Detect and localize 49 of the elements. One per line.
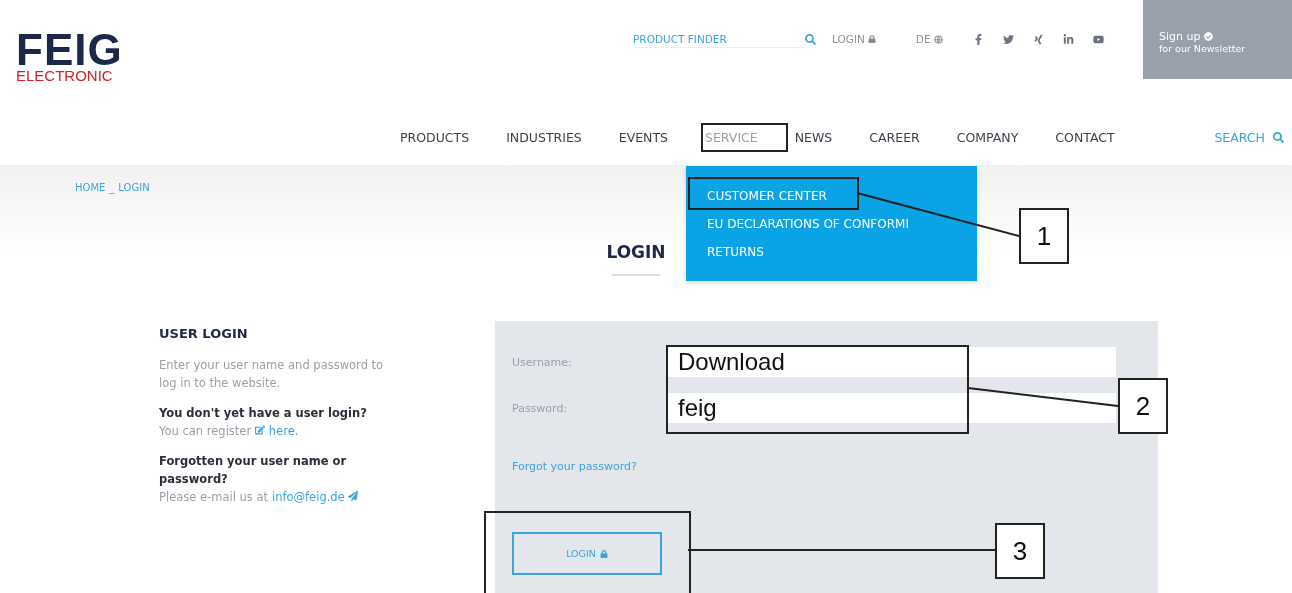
dropdown-item[interactable]: EU DECLARATIONS OF CONFORMI xyxy=(707,216,977,233)
register-question: You don't yet have a user login? xyxy=(159,405,368,422)
intro-text: Enter your user name and password to log in to the website. xyxy=(159,357,385,392)
input-field[interactable]: Download xyxy=(668,347,1116,377)
breadcrumb-separator: _ xyxy=(109,182,115,193)
xing-icon[interactable] xyxy=(1032,33,1044,45)
page-title: LOGIN xyxy=(606,242,666,262)
nav-item[interactable]: COMPANY xyxy=(950,127,1025,148)
product-finder-field[interactable]: PRODUCT FINDER xyxy=(633,30,805,48)
globe-icon xyxy=(933,34,943,44)
callout-number: 3 xyxy=(995,523,1045,579)
linkedin-icon[interactable] xyxy=(1062,33,1074,45)
edit-icon xyxy=(255,425,266,435)
dropdown-item[interactable]: RETURNS xyxy=(707,244,977,261)
register-text: You can register xyxy=(159,423,252,440)
mail-text: Please e-mail us at xyxy=(159,489,268,506)
newsletter-button[interactable]: Sign up for our Newsletter xyxy=(1143,0,1292,79)
mail-link[interactable]: info@feig.de xyxy=(272,488,359,506)
register-link[interactable]: here. xyxy=(255,422,299,440)
nav-item[interactable]: EVENTS xyxy=(612,127,674,148)
nav-item[interactable]: PRODUCTS xyxy=(394,127,476,148)
breadcrumb-link[interactable]: HOME xyxy=(75,182,106,193)
login-button[interactable]: LOGIN xyxy=(512,532,662,575)
search-icon[interactable] xyxy=(805,33,816,45)
callout-number: 1 xyxy=(1019,208,1069,264)
nav-item[interactable]: CAREER xyxy=(863,127,926,148)
paper-plane-icon xyxy=(348,491,359,501)
field-label: Username: xyxy=(512,355,573,369)
callout-number: 2 xyxy=(1118,378,1168,434)
login-link[interactable]: LOGIN xyxy=(832,33,876,45)
search-icon xyxy=(1273,132,1284,143)
lock-icon xyxy=(867,35,876,43)
search-link[interactable]: SEARCH xyxy=(1214,130,1284,145)
section-title: USER LOGIN xyxy=(159,326,249,341)
forgot-password-link[interactable]: Forgot your password? xyxy=(512,460,637,473)
nav-item[interactable]: NEWS xyxy=(788,127,839,148)
input-field[interactable]: feig xyxy=(668,393,1116,423)
lock-icon xyxy=(599,549,608,558)
twitter-icon[interactable] xyxy=(1002,33,1014,45)
field-label: Password: xyxy=(512,401,569,415)
dropdown-item[interactable]: CUSTOMER CENTER xyxy=(707,188,977,205)
logo-name[interactable]: FEIG xyxy=(16,32,600,68)
youtube-icon[interactable] xyxy=(1092,33,1104,45)
nav-item[interactable]: CONTACT xyxy=(1049,127,1121,148)
language-link[interactable]: DE xyxy=(915,33,943,45)
logo-tagline: ELECTRONIC xyxy=(16,68,114,84)
breadcrumb-link[interactable]: LOGIN xyxy=(118,182,150,193)
forgot-question: Forgotten your user name or password? xyxy=(159,453,348,488)
nav-item[interactable]: INDUSTRIES xyxy=(500,127,588,148)
